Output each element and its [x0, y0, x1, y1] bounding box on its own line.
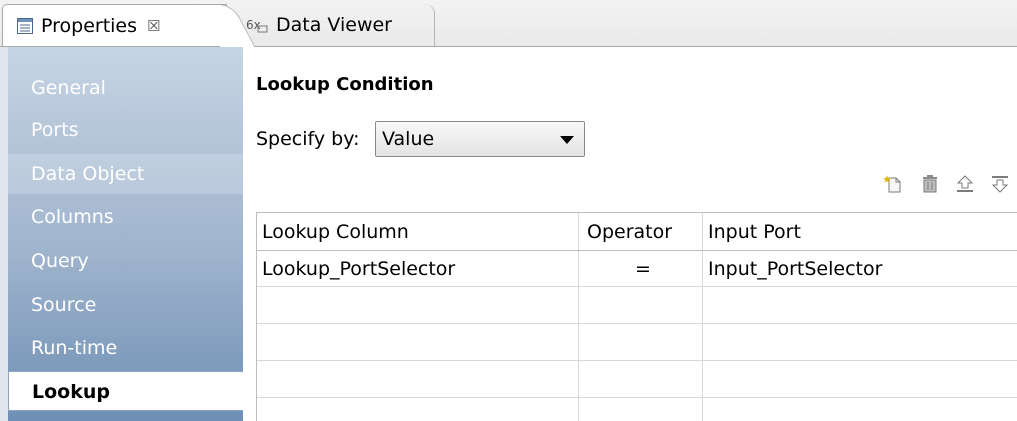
data-viewer-icon: 6x	[246, 17, 268, 33]
tab-data-viewer[interactable]: 6x Data Viewer	[230, 4, 435, 46]
sidebar-item-ports[interactable]: Ports	[8, 110, 243, 150]
chevron-down-icon[interactable]	[560, 136, 574, 144]
specify-by-value: Value	[382, 128, 435, 150]
sidebar: General Ports Data Object Columns Query …	[8, 47, 243, 421]
cell-lookup-column[interactable]: Lookup_PortSelector	[262, 258, 455, 280]
properties-icon	[17, 17, 33, 34]
row-divider	[257, 286, 1017, 287]
column-header-operator[interactable]: Operator	[587, 221, 672, 243]
column-divider	[578, 213, 579, 421]
section-title: Lookup Condition	[256, 74, 434, 95]
sidebar-item-general[interactable]: General	[8, 68, 243, 108]
row-divider	[257, 323, 1017, 324]
specify-by-label: Specify by:	[256, 128, 360, 150]
delete-icon[interactable]	[921, 174, 939, 198]
sidebar-item-query[interactable]: Query	[8, 241, 243, 281]
header-divider	[257, 250, 1017, 251]
svg-text:6x: 6x	[246, 18, 261, 32]
sidebar-item-lookup[interactable]: Lookup	[8, 371, 243, 411]
sidebar-item-source[interactable]: Source	[8, 285, 243, 325]
specify-by-select[interactable]: Value	[375, 121, 585, 157]
sidebar-item-columns[interactable]: Columns	[8, 197, 243, 237]
tab-properties-label: Properties	[41, 14, 138, 37]
column-header-lookup-column[interactable]: Lookup Column	[262, 221, 409, 243]
cell-operator[interactable]: =	[635, 258, 651, 280]
sidebar-item-run-time[interactable]: Run-time	[8, 328, 243, 368]
new-icon[interactable]	[883, 174, 904, 198]
cell-input-port[interactable]: Input_PortSelector	[708, 258, 882, 280]
row-divider	[257, 360, 1017, 361]
row-divider	[257, 397, 1017, 398]
column-divider	[702, 213, 703, 421]
tab-bar: Properties ☒ 6x Data Viewer	[0, 0, 1017, 47]
tab-data-viewer-label: Data Viewer	[276, 14, 392, 36]
move-up-icon[interactable]	[955, 174, 975, 198]
lookup-condition-table: Lookup Column Operator Input Port Lookup…	[256, 212, 1017, 421]
sidebar-item-data-object[interactable]: Data Object	[8, 154, 243, 194]
close-icon[interactable]: ☒	[147, 17, 160, 35]
tab-properties[interactable]: Properties ☒	[2, 4, 227, 46]
column-header-input-port[interactable]: Input Port	[708, 221, 801, 243]
move-down-icon[interactable]	[990, 174, 1010, 198]
